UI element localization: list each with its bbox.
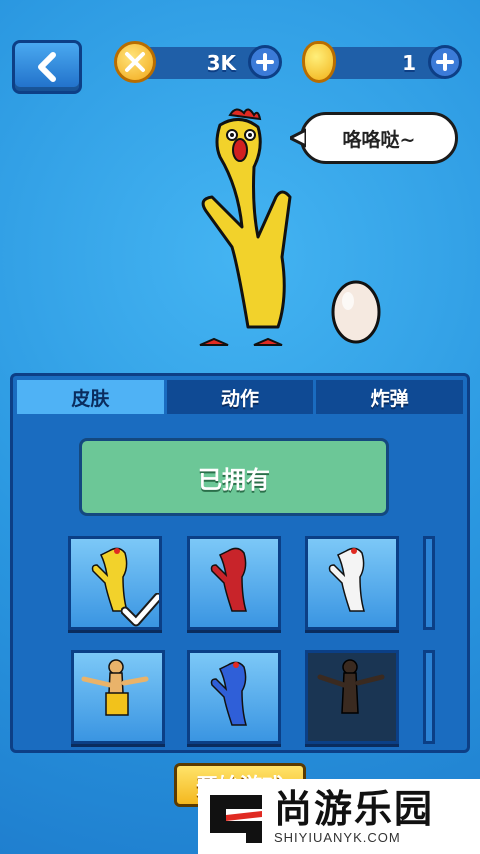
skin-next-partial[interactable] [423,536,435,630]
watermark-title: 尚游乐园 [274,787,435,831]
speech-bubble-text: 咯咯哒~ [342,128,416,151]
skin-white-chicken[interactable] [305,536,399,630]
egg-value: 1 [402,51,416,75]
customization-panel: 皮肤 动作 炸弹 已拥有 [10,373,470,753]
blue-chicken-icon [210,661,247,726]
chevron-left-icon [38,52,56,82]
egg-item [331,280,381,344]
plus-icon [436,53,454,71]
owned-status-button[interactable]: 已拥有 [79,438,389,516]
add-eggs-button[interactable] [428,45,462,79]
add-coins-button[interactable] [248,45,282,79]
skin-next-partial[interactable] [423,650,435,744]
coin-value: 3K [206,51,236,75]
dark-chicken-icon [317,659,385,714]
watermark: 尚游乐园 SHIYIUANYK.COM [198,779,480,854]
chicken-character [199,108,292,346]
tab-skins[interactable]: 皮肤 [17,380,164,414]
skin-red-chicken[interactable] [187,536,281,630]
golden-egg-icon [302,41,336,83]
skin-blue-chicken[interactable] [187,650,281,744]
watermark-logo [210,794,262,843]
speech-bubble-tail [290,128,306,148]
coin-icon [114,41,156,83]
speech-bubble: 咯咯哒~ [300,112,458,164]
back-button[interactable] [12,40,82,94]
red-chicken-icon [210,547,247,612]
player-chicken-icon [81,659,149,716]
checkmark-icon [121,593,159,627]
coin-counter: 3K [114,41,282,83]
white-chicken-icon [328,547,365,612]
tab-bar: 皮肤 动作 炸弹 [17,380,464,414]
tab-bombs[interactable]: 炸弹 [316,380,464,414]
watermark-subtitle: SHIYIUANYK.COM [274,830,401,845]
plus-icon [256,53,274,71]
skin-yellow-chicken[interactable] [68,536,162,630]
egg-counter: 1 [302,41,462,83]
skin-dark-chicken[interactable] [305,650,399,744]
tab-actions[interactable]: 动作 [166,380,314,414]
skin-player-chicken[interactable] [71,650,165,744]
